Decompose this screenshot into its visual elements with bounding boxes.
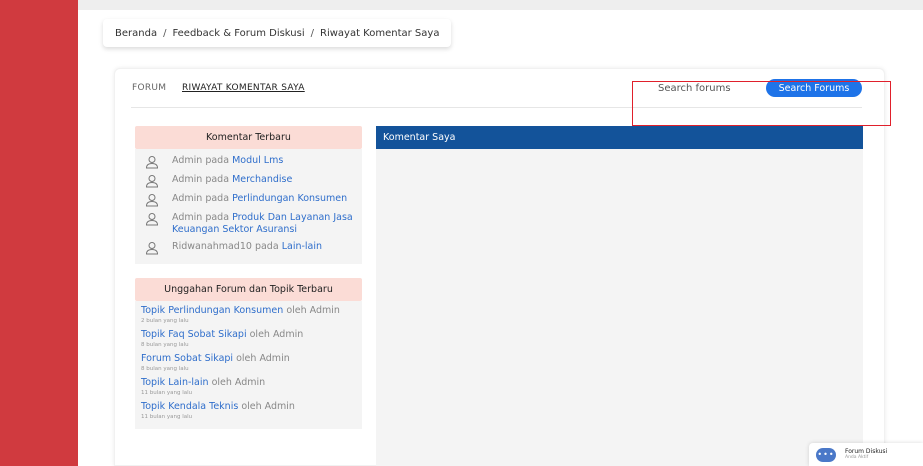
breadcrumb-forum[interactable]: Feedback & Forum Diskusi — [172, 28, 304, 39]
user-icon — [145, 156, 159, 169]
post-time: 11 bulan yang lalu — [141, 390, 193, 396]
breadcrumb-separator: / — [163, 27, 167, 39]
post-title-link[interactable]: Topik Perlindungan Konsumen — [141, 305, 283, 316]
post-time: 8 bulan yang lalu — [141, 342, 189, 348]
post-author: oleh Admin — [249, 329, 304, 340]
search-input[interactable] — [636, 79, 766, 97]
comment-item: Ridwanahmad10 pada Lain-lain — [145, 241, 354, 255]
comment-prep: pada — [254, 241, 279, 252]
comment-author: Ridwanahmad10 — [172, 241, 252, 252]
user-icon — [145, 213, 159, 226]
my-comments-panel: Komentar Saya — [376, 126, 863, 466]
comment-prep: pada — [205, 155, 230, 166]
comment-prep: pada — [205, 212, 230, 223]
chat-status: Anda Aktif — [845, 455, 869, 460]
recent-comments-panel: Komentar Terbaru Admin pada Modul Lms Ad… — [135, 126, 362, 264]
breadcrumb-separator: / — [310, 27, 314, 39]
post-author: oleh Admin — [236, 353, 290, 364]
comment-prep: pada — [205, 174, 230, 185]
post-item: Topik Lain-lain oleh Admin 11 bulan yang… — [141, 377, 354, 397]
comment-topic-link[interactable]: Merchandise — [232, 174, 292, 185]
post-item: Topik Perlindungan Konsumen oleh Admin 2… — [141, 305, 354, 325]
comment-item: Admin pada Merchandise — [145, 174, 354, 188]
post-time: 8 bulan yang lalu — [141, 366, 189, 372]
post-title-link[interactable]: Topik Kendala Teknis — [141, 401, 238, 412]
recent-comments-list: Admin pada Modul Lms Admin pada Merchand… — [135, 149, 362, 264]
post-author: oleh Admin — [241, 401, 295, 412]
comment-item: Admin pada Produk Dan Layanan Jasa Keuan… — [145, 212, 354, 236]
my-comments-title: Komentar Saya — [376, 126, 863, 149]
breadcrumb: Beranda / Feedback & Forum Diskusi / Riw… — [103, 19, 452, 47]
recent-posts-list: Topik Perlindungan Konsumen oleh Admin 2… — [135, 301, 362, 429]
breadcrumb-current: Riwayat Komentar Saya — [320, 27, 440, 39]
comment-author: Admin — [172, 155, 203, 166]
comment-topic-link[interactable]: Modul Lms — [232, 155, 283, 166]
comment-item: Admin pada Perlindungan Konsumen — [145, 193, 354, 207]
left-column: Komentar Terbaru Admin pada Modul Lms Ad… — [135, 126, 362, 429]
user-icon — [145, 175, 159, 188]
user-icon — [145, 194, 159, 207]
comment-author: Admin — [172, 212, 203, 223]
tab-riwayat-komentar[interactable]: RIWAYAT KOMENTAR SAYA — [182, 83, 305, 93]
post-item: Topik Faq Sobat Sikapi oleh Admin 8 bula… — [141, 329, 354, 349]
post-author: oleh Admin — [286, 305, 340, 316]
post-time: 2 bulan yang lalu — [141, 318, 189, 324]
chat-widget[interactable]: ••• Forum Diskusi Anda Aktif — [809, 443, 923, 466]
recent-posts-title: Unggahan Forum dan Topik Terbaru — [135, 278, 362, 301]
post-title-link[interactable]: Topik Lain-lain — [141, 377, 209, 388]
comment-author: Admin — [172, 193, 203, 204]
comment-topic-link[interactable]: Perlindungan Konsumen — [232, 193, 347, 204]
left-sidebar-band — [0, 0, 78, 466]
post-item: Forum Sobat Sikapi oleh Admin 8 bulan ya… — [141, 353, 354, 373]
post-author: oleh Admin — [211, 377, 266, 388]
comment-prep: pada — [205, 193, 230, 204]
breadcrumb-home[interactable]: Beranda — [115, 28, 157, 39]
post-item: Topik Kendala Teknis oleh Admin 11 bulan… — [141, 401, 354, 421]
comment-topic-link[interactable]: Lain-lain — [282, 241, 322, 252]
chat-title: Forum Diskusi — [845, 448, 888, 455]
tab-forum[interactable]: FORUM — [132, 83, 166, 93]
post-title-link[interactable]: Topik Faq Sobat Sikapi — [141, 329, 247, 340]
comment-item: Admin pada Modul Lms — [145, 155, 354, 169]
user-icon — [145, 242, 159, 255]
search-forums-button[interactable]: Search Forums — [766, 79, 862, 97]
recent-comments-title: Komentar Terbaru — [135, 126, 362, 149]
forum-card: FORUM RIWAYAT KOMENTAR SAYA Search Forum… — [114, 68, 885, 466]
ellipsis-icon: ••• — [816, 447, 836, 462]
top-strip — [78, 0, 923, 10]
comment-author: Admin — [172, 174, 203, 185]
divider — [131, 107, 862, 108]
post-title-link[interactable]: Forum Sobat Sikapi — [141, 353, 233, 364]
recent-posts-panel: Unggahan Forum dan Topik Terbaru Topik P… — [135, 278, 362, 429]
post-time: 11 bulan yang lalu — [141, 414, 193, 420]
